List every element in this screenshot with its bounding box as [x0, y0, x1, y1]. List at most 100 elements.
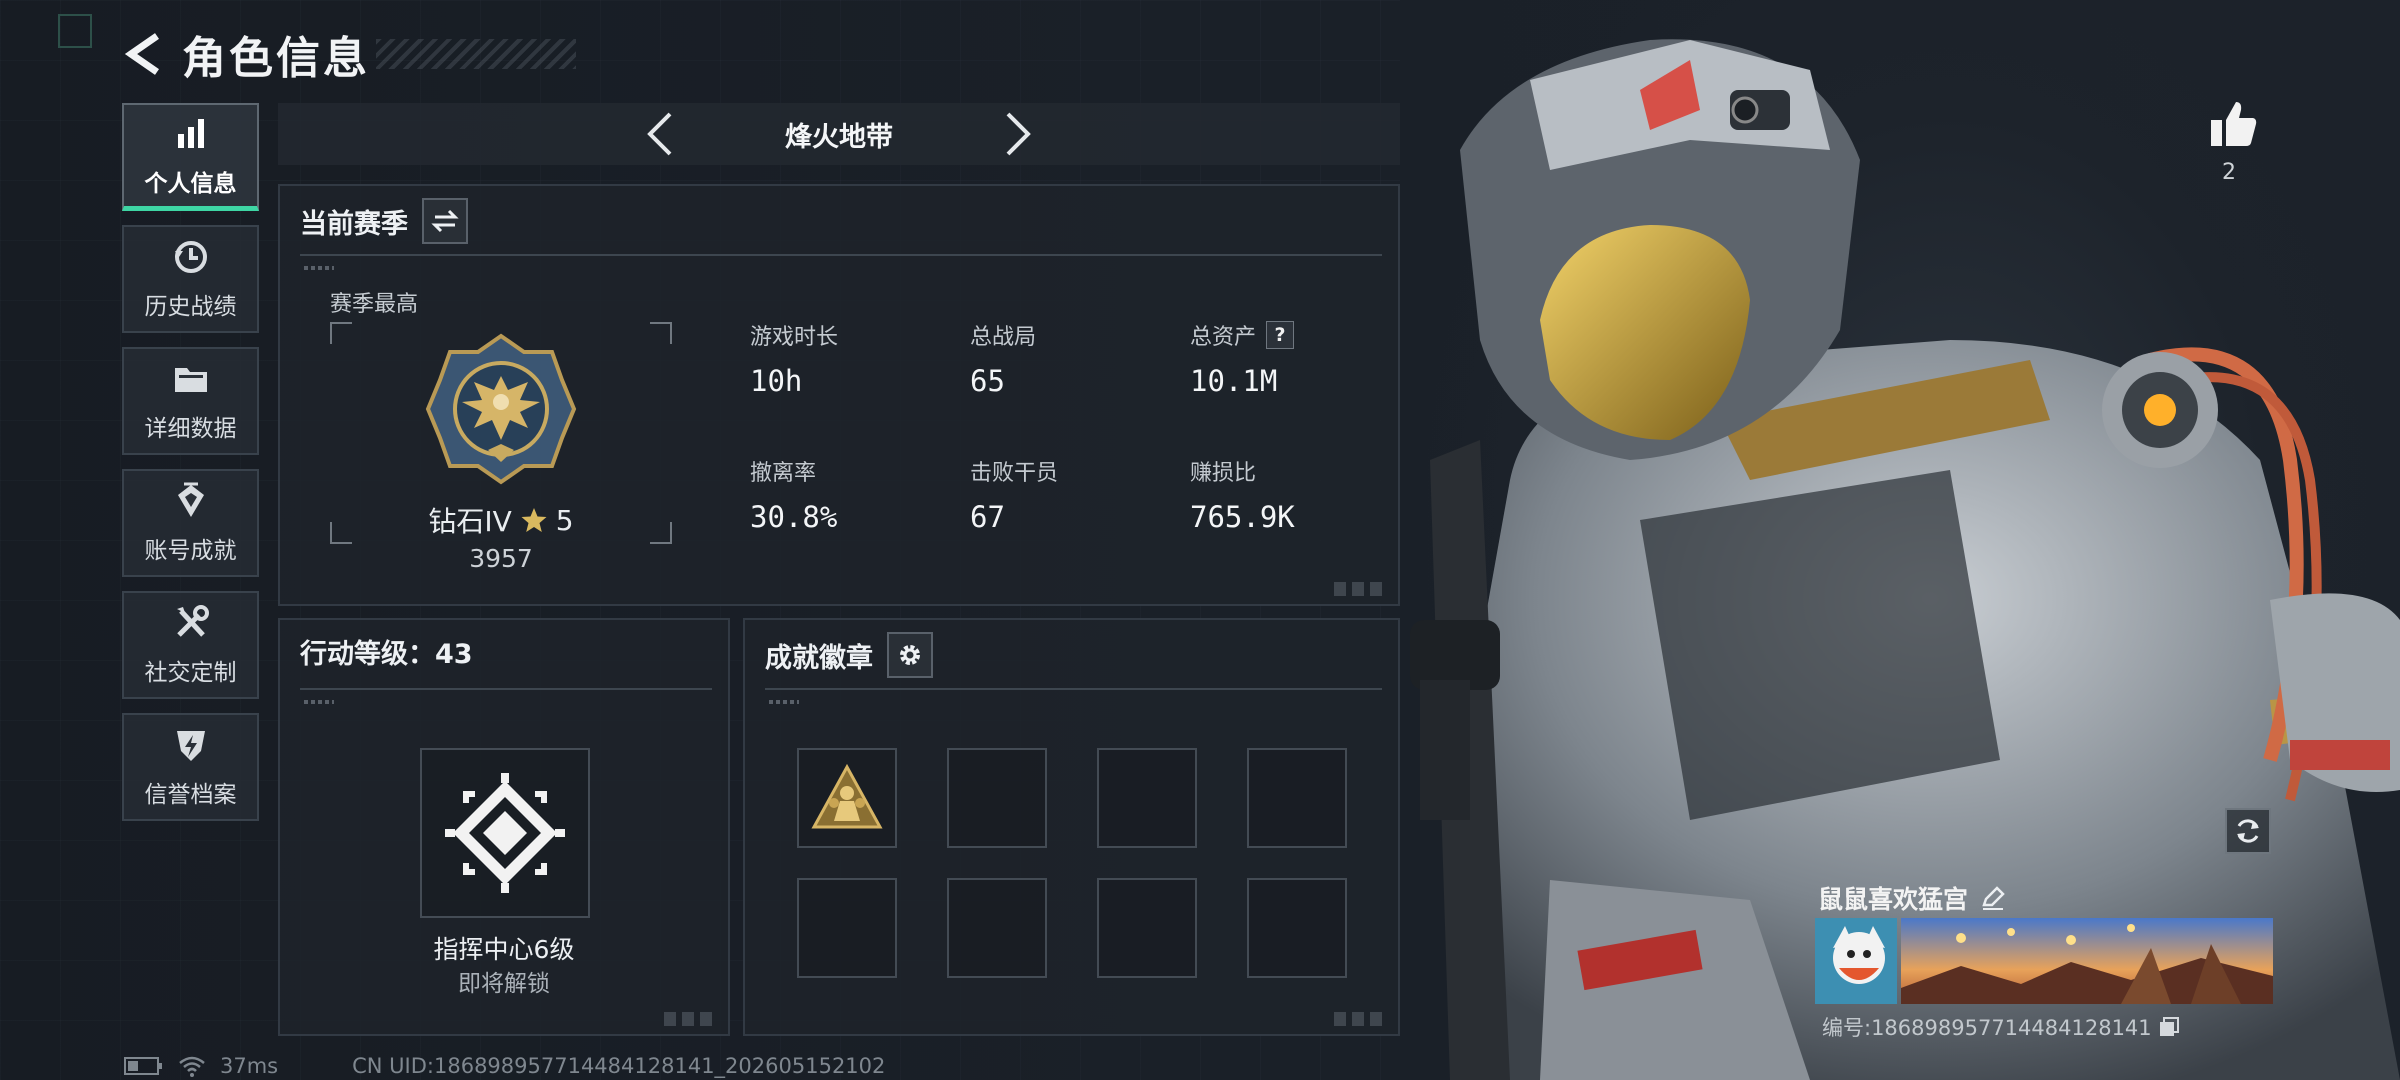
sidebar: 个人信息 历史战绩 详细数据 账号成就 社交定制 信誉档案 [122, 103, 259, 835]
season-panel: 当前赛季 赛季最高 钻石IV 5 3957 游戏时长 10h 总战局 65 总资… [278, 184, 1400, 606]
stat-extract-rate: 撤离率 30.8% [750, 456, 970, 534]
frame-corner [650, 322, 672, 344]
swap-icon [431, 209, 459, 233]
sidebar-item-label: 账号成就 [144, 538, 237, 564]
sidebar-item-social-custom[interactable]: 社交定制 [122, 591, 259, 699]
badges-settings-button[interactable] [887, 632, 933, 678]
stat-label-text: 赚损比 [1190, 461, 1257, 486]
badge-slot[interactable] [947, 878, 1047, 978]
name-card-banner[interactable] [1815, 918, 2273, 1004]
bar-chart-icon [177, 118, 204, 148]
like-count: 2 [2222, 160, 2236, 185]
badge-slot[interactable] [1097, 748, 1197, 848]
badge-slot[interactable] [947, 748, 1047, 848]
switch-season-button[interactable] [422, 198, 468, 244]
stat-label: 总资产 ? [1190, 320, 1390, 350]
badge-slot[interactable] [797, 748, 897, 848]
stat-value: 10h [750, 364, 803, 398]
mode-next-button[interactable] [989, 104, 1049, 164]
player-name: 鼠鼠喜欢猛宫 [1818, 885, 1969, 914]
mode-selector: 烽火地带 [278, 103, 1400, 165]
status-bar: 37ms CN UID:1868989577144841281​41_20260… [124, 1054, 885, 1078]
chevron-left-icon [647, 112, 672, 156]
sidebar-item-achievements[interactable]: 账号成就 [122, 469, 259, 577]
decoration-dashes [304, 266, 334, 270]
mode-prev-button[interactable] [629, 104, 689, 164]
battery-icon [124, 1057, 162, 1075]
wifi-icon [179, 1056, 205, 1077]
stat-value: 67 [970, 500, 1005, 534]
stat-label-text: 总战局 [970, 325, 1037, 350]
copy-icon[interactable] [2158, 1016, 2180, 1038]
decoration-ticks [1334, 582, 1388, 596]
command-center-tile[interactable] [420, 748, 590, 918]
diamond-rank-eagle-icon [425, 333, 577, 485]
sidebar-item-reputation[interactable]: 信誉档案 [122, 713, 259, 821]
tools-icon [176, 605, 209, 637]
edit-pencil-icon[interactable] [1980, 885, 2006, 911]
badges-title: 成就徽章 [765, 642, 873, 674]
unlock-status: 即将解锁 [458, 971, 550, 997]
corner-marker [58, 14, 92, 48]
gear-icon [900, 645, 920, 665]
decoration-dashes [304, 700, 334, 704]
sidebar-item-history[interactable]: 历史战绩 [122, 225, 259, 333]
ping-value: 37ms [220, 1054, 279, 1078]
stat-value: 30.8% [750, 500, 838, 534]
help-icon[interactable]: ? [1266, 321, 1295, 349]
chevron-right-icon [1006, 112, 1031, 156]
stat-total-matches: 总战局 65 [970, 320, 1190, 398]
decoration-ticks [1334, 1012, 1388, 1026]
decoration-dashes [769, 700, 799, 704]
stat-label: 击败干员 [970, 456, 1190, 486]
page-title: 角色信息 [182, 33, 370, 84]
rank-name-row: 钻石IV 5 [330, 500, 672, 540]
sidebar-item-personal-info[interactable]: 个人信息 [122, 103, 259, 211]
badge-slot[interactable] [1247, 748, 1347, 848]
avatar [1815, 918, 1897, 1004]
like-button[interactable] [2205, 96, 2261, 152]
achievement-badges-panel: 成就徽章 [743, 618, 1400, 1036]
refresh-button[interactable] [2225, 808, 2271, 854]
player-id: 编号:1868989577144841281​41 [1822, 1016, 2152, 1040]
sidebar-item-label: 社交定制 [144, 660, 237, 686]
decoration-ticks [664, 1012, 718, 1026]
player-name-row: 鼠鼠喜欢猛宫 [1818, 880, 2006, 916]
sidebar-item-label: 历史战绩 [144, 294, 237, 320]
header: 角色信息 [120, 22, 576, 86]
name-card-artwork [1901, 918, 2273, 1004]
account-uid: CN UID:1868989577144841281​41_2026051521… [352, 1054, 886, 1078]
divider [300, 254, 1382, 256]
stat-label-text: 游戏时长 [750, 325, 839, 350]
back-button[interactable] [120, 29, 166, 79]
badge-grid [797, 748, 1347, 978]
badge-slot[interactable] [797, 878, 897, 978]
sidebar-item-label: 信誉档案 [144, 782, 237, 808]
title-decoration [376, 39, 576, 69]
badge-slot[interactable] [1097, 878, 1197, 978]
shield-lightning-icon [176, 731, 205, 761]
sidebar-item-detailed-data[interactable]: 详细数据 [122, 347, 259, 455]
badge-slot[interactable] [1247, 878, 1347, 978]
sidebar-item-label: 个人信息 [144, 170, 237, 197]
mode-title: 烽火地带 [785, 121, 893, 153]
season-stats: 游戏时长 10h 总战局 65 总资产 ? 10.1M 撤离率 30.8% 击败… [750, 320, 1390, 534]
stat-total-assets: 总资产 ? 10.1M [1190, 320, 1390, 398]
stat-operators-defeated: 击败干员 67 [970, 456, 1190, 534]
command-center-emblem-icon [445, 773, 565, 893]
star-icon [521, 508, 547, 532]
stat-label: 赚损比 [1190, 456, 1390, 486]
rank-name: 钻石IV [428, 505, 512, 538]
divider [765, 688, 1382, 690]
season-best-label: 赛季最高 [330, 292, 419, 317]
stat-profit-ratio: 赚损比 765.9K [1190, 456, 1390, 534]
stat-label-text: 总资产 [1190, 325, 1257, 350]
divider [300, 688, 712, 690]
stat-value: 10.1M [1190, 364, 1278, 398]
action-level-title: 行动等级：43 [300, 639, 473, 670]
thumbs-up-icon [2211, 102, 2257, 146]
refresh-icon [2237, 819, 2259, 843]
stat-label-text: 撤离率 [750, 461, 817, 486]
season-title: 当前赛季 [300, 208, 408, 240]
stat-value: 765.9K [1190, 500, 1295, 534]
